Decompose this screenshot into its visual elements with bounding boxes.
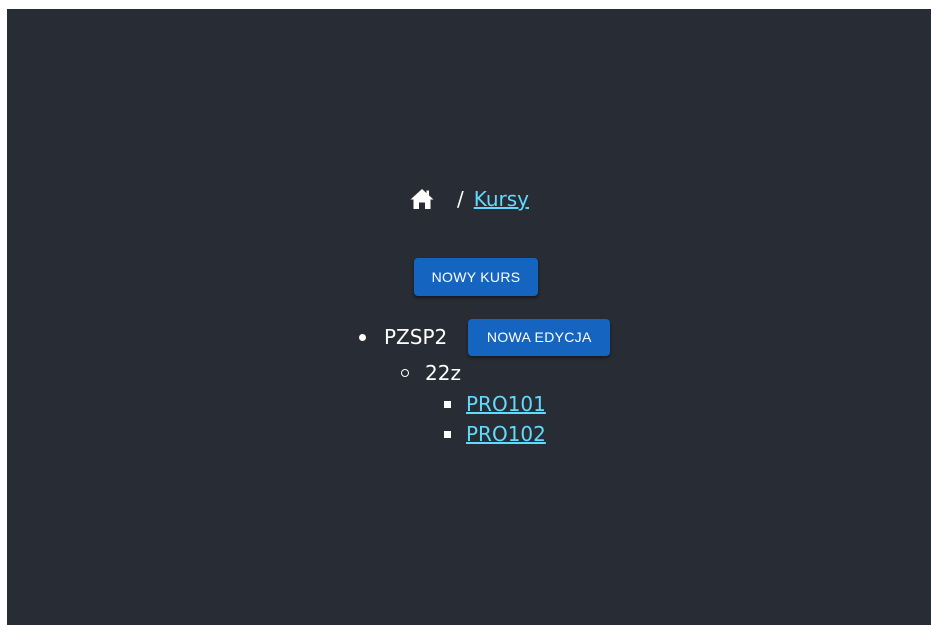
circle-bullet-icon bbox=[401, 369, 409, 377]
group-link-pro102[interactable]: PRO102 bbox=[466, 422, 546, 446]
app-container: / Kursy NOWY KURS PZSP2 NOWA EDYCJA 22z … bbox=[7, 9, 931, 625]
home-icon[interactable] bbox=[409, 187, 435, 211]
edition-name: 22z bbox=[425, 361, 461, 385]
new-edition-button[interactable]: NOWA EDYCJA bbox=[468, 318, 611, 356]
course-name: PZSP2 bbox=[384, 325, 448, 349]
group-list-item: PRO102 bbox=[444, 419, 546, 449]
breadcrumb-separator: / bbox=[456, 187, 464, 211]
new-course-button[interactable]: NOWY KURS bbox=[414, 258, 538, 296]
disc-bullet-icon bbox=[359, 333, 366, 341]
square-bullet-icon bbox=[444, 400, 451, 408]
breadcrumb-link-courses[interactable]: Kursy bbox=[474, 187, 529, 211]
square-bullet-icon bbox=[444, 430, 451, 438]
edition-list-item: 22z bbox=[401, 360, 461, 386]
group-list-item: PRO101 bbox=[444, 389, 546, 419]
group-link-pro101[interactable]: PRO101 bbox=[466, 392, 546, 416]
course-list-item: PZSP2 NOWA EDYCJA bbox=[359, 318, 611, 356]
breadcrumb: / Kursy bbox=[7, 187, 931, 211]
group-list: PRO101 PRO102 bbox=[444, 389, 546, 449]
